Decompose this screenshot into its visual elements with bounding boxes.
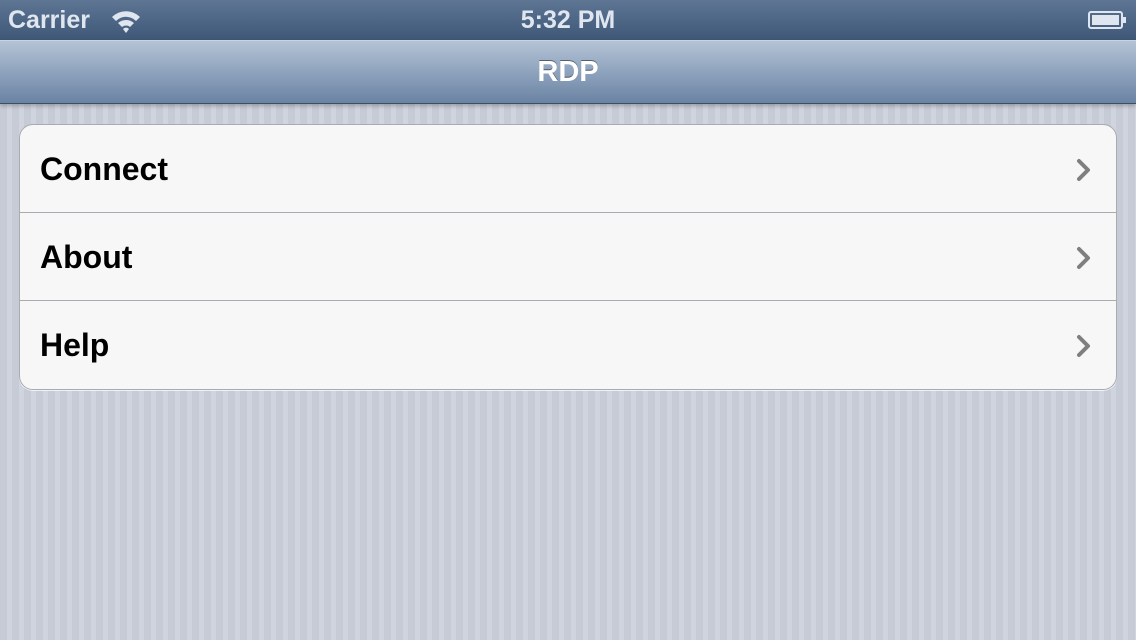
chevron-right-icon	[1072, 158, 1096, 182]
menu-item-help[interactable]: Help	[20, 301, 1116, 389]
menu-item-label: About	[40, 239, 133, 275]
menu-item-label: Help	[40, 327, 110, 363]
menu-item-connect[interactable]: Connect	[20, 125, 1116, 213]
status-bar: Carrier 5:32 PM	[0, 0, 1136, 40]
status-time: 5:32 PM	[520, 6, 616, 34]
menu-list: Connect About Help	[19, 124, 1117, 390]
navigation-bar: RDP	[0, 40, 1136, 104]
nav-title: RDP	[537, 56, 599, 88]
battery-icon	[1088, 10, 1128, 30]
chevron-right-icon	[1072, 246, 1096, 270]
chevron-right-icon	[1072, 334, 1096, 358]
menu-item-about[interactable]: About	[20, 213, 1116, 301]
menu-item-label: Connect	[40, 151, 168, 187]
